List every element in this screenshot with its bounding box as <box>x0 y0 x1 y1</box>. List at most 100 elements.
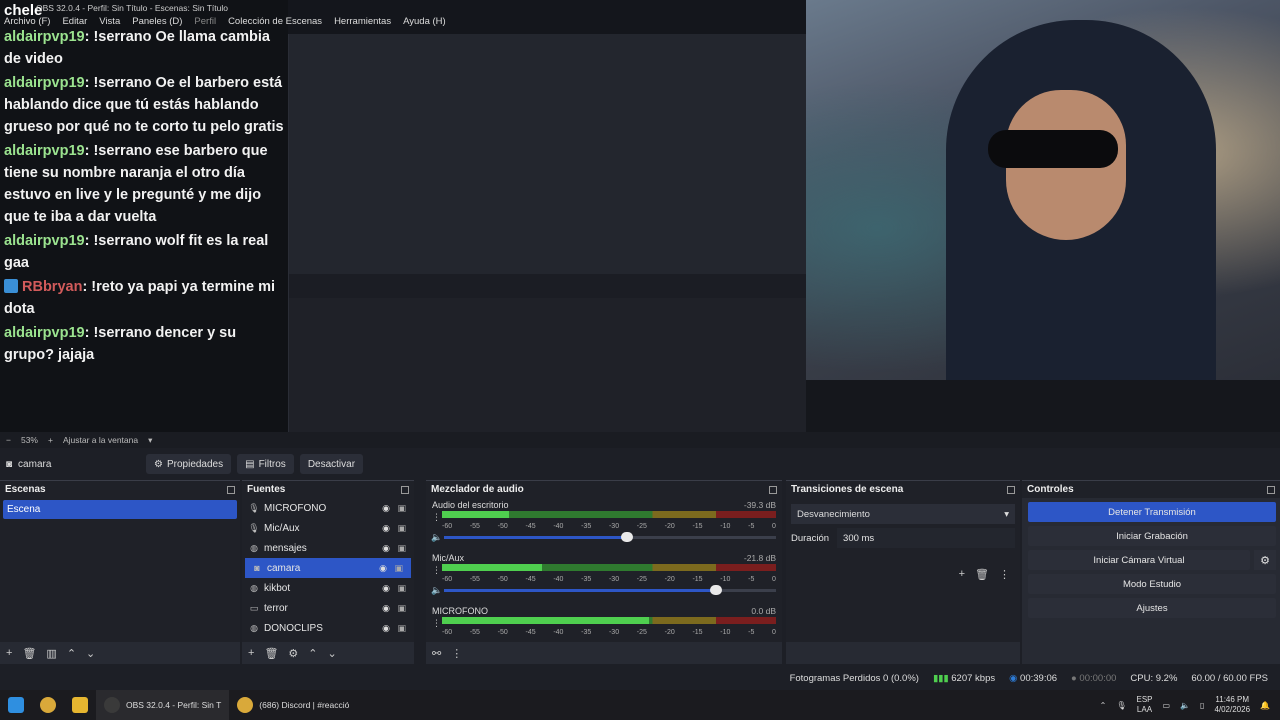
zoom-out-icon[interactable]: − <box>6 435 11 445</box>
chevron-down-icon[interactable]: ▾ <box>148 435 152 446</box>
lock-icon[interactable]: ▣ <box>397 523 406 534</box>
lock-icon[interactable]: ▣ <box>397 583 406 594</box>
scale-tick: -50 <box>497 523 508 530</box>
rec-time-value: 00:00:00 <box>1079 672 1117 684</box>
volume-knob[interactable] <box>710 585 723 595</box>
mic-icon: 🎙 <box>248 522 260 533</box>
eye-icon[interactable]: ◉ <box>382 543 390 554</box>
chevron-down-icon[interactable]: ⌄ <box>86 647 95 660</box>
menu-file[interactable]: Archivo (F) <box>4 16 50 30</box>
menu-scene-collection[interactable]: Colección de Escenas <box>228 16 322 30</box>
add-icon[interactable]: + <box>6 647 12 659</box>
clock[interactable]: 11:46 PM 4/02/2026 <box>1214 695 1250 715</box>
scene-item[interactable]: Escena <box>3 500 237 519</box>
menu-edit[interactable]: Editar <box>62 16 87 30</box>
chrome-button[interactable] <box>32 690 64 720</box>
chevron-up-icon[interactable]: ⌃ <box>1100 701 1107 710</box>
gear-icon[interactable]: ⚙ <box>288 647 298 660</box>
chevron-down-icon[interactable]: ⌄ <box>328 647 337 660</box>
preview-canvas[interactable]: aldairpvp19: !serrano Oe llama cambia de… <box>0 0 1280 432</box>
menu-docks[interactable]: Paneles (D) <box>132 16 182 30</box>
menu-dots-icon[interactable]: ⋮ <box>999 568 1010 581</box>
menu-dots-icon[interactable]: ⋮ <box>432 512 441 523</box>
filters-button[interactable]: ▤ Filtros <box>237 454 294 474</box>
transition-tools: + 🗑 ⋮ <box>959 568 1010 581</box>
source-item[interactable]: 🎙 MICROFONO ◉ ▣ <box>242 498 414 518</box>
menu-dots-icon[interactable]: ⋮ <box>451 647 462 660</box>
bitrate-value: 6207 kbps <box>951 672 996 684</box>
filter-icon[interactable]: ▥ <box>46 647 56 660</box>
undock-icon[interactable] <box>1267 485 1275 494</box>
menu-dots-icon[interactable]: ⋮ <box>432 565 441 576</box>
virtual-cam-button[interactable]: Iniciar Cámara Virtual <box>1028 550 1250 570</box>
menu-profile[interactable]: Perfil <box>194 16 216 30</box>
menu-dots-icon[interactable]: ⋮ <box>432 618 441 629</box>
chat-user: aldairpvp19 <box>4 143 85 159</box>
lock-icon[interactable]: ▣ <box>397 503 406 514</box>
volume-icon[interactable]: 🔈 <box>1180 701 1190 710</box>
menu-view[interactable]: Vista <box>99 16 120 30</box>
transition-selected: Desvanecimiento <box>797 508 870 520</box>
source-item[interactable]: ◙ camara ◉ ▣ <box>245 558 411 578</box>
deactivate-button[interactable]: Desactivar <box>299 454 364 474</box>
eye-icon[interactable]: ◉ <box>382 583 390 594</box>
source-item[interactable]: ◍ kikbot ◉ ▣ <box>242 578 414 598</box>
scale-tick: -50 <box>497 576 508 583</box>
source-item[interactable]: ◍ mensajes ◉ ▣ <box>242 538 414 558</box>
source-item[interactable]: 🎙 Mic/Aux ◉ ▣ <box>242 518 414 538</box>
sources-toolbar: + 🗑 ⚙ ⌃ ⌄ <box>242 642 414 664</box>
menu-tools[interactable]: Herramientas <box>334 16 391 30</box>
zoom-fit-label[interactable]: Ajustar a la ventana <box>63 435 138 445</box>
source-item[interactable]: ◍ DONOCLIPS ◉ ▣ <box>242 618 414 638</box>
source-item[interactable]: ▭ terror ◉ ▣ <box>242 598 414 618</box>
add-icon[interactable]: + <box>248 647 254 659</box>
volume-knob[interactable] <box>620 532 633 542</box>
chevron-up-icon[interactable]: ⌃ <box>308 647 317 660</box>
lock-icon[interactable]: ▣ <box>397 623 406 634</box>
taskbar-app-discord[interactable]: (686) Discord | #reacció <box>229 690 357 720</box>
duration-input[interactable]: 300 ms <box>837 528 1015 548</box>
lock-icon[interactable]: ▣ <box>397 603 406 614</box>
volume-slider[interactable] <box>444 532 776 542</box>
eye-icon[interactable]: ◉ <box>382 523 390 534</box>
settings-button[interactable]: Ajustes <box>1028 598 1276 618</box>
studio-mode-button[interactable]: Modo Estudio <box>1028 574 1276 594</box>
trash-icon[interactable]: 🗑 <box>264 647 278 660</box>
gear-icon: ⚙ <box>154 458 163 470</box>
eye-icon[interactable]: ◉ <box>379 563 387 574</box>
start-recording-button[interactable]: Iniciar Grabación <box>1028 526 1276 546</box>
undock-icon[interactable] <box>769 485 777 494</box>
mic-icon: 🎙 <box>248 502 260 513</box>
undock-icon[interactable] <box>1007 485 1015 494</box>
eye-icon[interactable]: ◉ <box>382 503 390 514</box>
add-icon[interactable]: + <box>959 568 965 581</box>
gear-icon[interactable]: ⚙ <box>1254 550 1276 570</box>
mic-icon[interactable]: 🎙 <box>1116 701 1126 710</box>
link-icon[interactable]: ⚯ <box>432 647 441 660</box>
menu-help[interactable]: Ayuda (H) <box>403 16 446 30</box>
start-button[interactable] <box>0 690 32 720</box>
bell-icon[interactable]: 🔔 <box>1260 701 1270 710</box>
eye-icon[interactable]: ◉ <box>382 603 390 614</box>
speaker-icon[interactable]: 🔈 <box>431 532 442 543</box>
lock-icon[interactable]: ▣ <box>397 543 406 554</box>
stream-time: ◉ 00:39:06 <box>1009 673 1057 684</box>
network-icon[interactable]: ▭ <box>1163 701 1171 710</box>
eye-icon[interactable]: ◉ <box>382 623 390 634</box>
trash-icon[interactable]: 🗑 <box>975 568 989 581</box>
undock-icon[interactable] <box>227 485 235 494</box>
explorer-button[interactable] <box>64 690 96 720</box>
transition-select[interactable]: Desvanecimiento ▾ <box>791 504 1015 524</box>
battery-icon[interactable]: ▯ <box>1200 701 1204 710</box>
language-indicator[interactable]: ESP LAA <box>1136 695 1152 715</box>
trash-icon[interactable]: 🗑 <box>22 647 36 660</box>
stop-stream-button[interactable]: Detener Transmisión <box>1028 502 1276 522</box>
chevron-up-icon[interactable]: ⌃ <box>67 647 76 660</box>
undock-icon[interactable] <box>401 485 409 494</box>
properties-button[interactable]: ⚙ Propiedades <box>146 454 232 474</box>
taskbar-app-obs[interactable]: OBS 32.0.4 - Perfil: Sin T <box>96 690 230 720</box>
volume-slider[interactable] <box>444 585 776 595</box>
zoom-in-icon[interactable]: + <box>48 435 53 445</box>
speaker-icon[interactable]: 🔈 <box>431 585 442 596</box>
lock-icon[interactable]: ▣ <box>394 563 403 574</box>
